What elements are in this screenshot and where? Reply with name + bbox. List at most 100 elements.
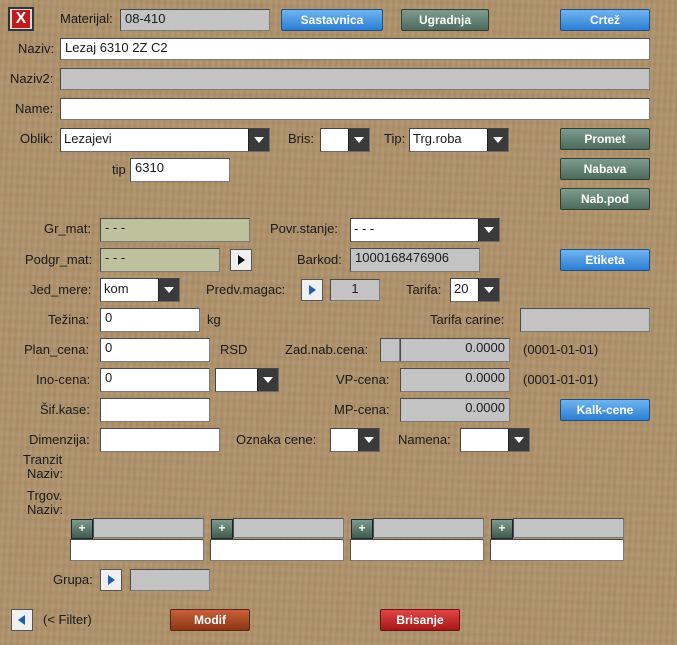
material-label: Materijal:	[60, 11, 113, 26]
chevron-down-icon[interactable]	[248, 129, 269, 151]
naziv2-label: Naziv2:	[10, 71, 54, 86]
plan-cena-currency: RSD	[220, 342, 248, 357]
crtez-button[interactable]: Crtež	[560, 9, 650, 31]
chevron-down-icon[interactable]	[358, 429, 379, 451]
mp-cena-label: MP-cena:	[334, 402, 390, 417]
chevron-down-icon[interactable]	[257, 369, 278, 391]
bris-select[interactable]	[320, 128, 370, 152]
zad-nab-cena-field[interactable]: 0.0000	[400, 338, 510, 362]
ugradnja-button[interactable]: Ugradnja	[401, 9, 489, 31]
vp-cena-label: VP-cena:	[336, 372, 390, 387]
jed-mere-label: Jed_mere:	[30, 282, 92, 297]
tip-select-label: Tip:	[384, 131, 406, 146]
podgr-mat-arrow-button[interactable]	[230, 249, 252, 271]
group-4-field[interactable]	[490, 539, 624, 561]
ino-cena-label: Ino-cena:	[36, 372, 91, 387]
ino-cena-field[interactable]: 0	[100, 368, 210, 392]
barkod-field[interactable]: 1000168476906	[350, 248, 480, 272]
chevron-down-icon[interactable]	[478, 219, 499, 241]
brisanje-button[interactable]: Brisanje	[380, 609, 460, 631]
naziv-label: Naziv:	[18, 41, 55, 56]
podgr-mat-field[interactable]: - - -	[100, 248, 220, 272]
dimenzija-field[interactable]	[100, 428, 220, 452]
trgov-label-line2: Naziv:	[27, 502, 64, 517]
tezina-label: Težina:	[48, 312, 90, 327]
tezina-field[interactable]: 0	[100, 308, 200, 332]
add-group-4-button[interactable]: +	[491, 519, 513, 539]
material-field[interactable]: 08-410	[120, 9, 270, 31]
tarifa-label: Tarifa:	[406, 282, 442, 297]
namena-select[interactable]	[460, 428, 530, 452]
etiketa-button[interactable]: Etiketa	[560, 249, 650, 271]
ino-cena-currency-select[interactable]	[215, 368, 279, 392]
povr-stanje-select[interactable]: - - -	[350, 218, 500, 242]
naziv2-field[interactable]	[60, 68, 650, 90]
group-1-header	[93, 518, 204, 538]
sastavnica-button[interactable]: Sastavnica	[281, 9, 383, 31]
oblik-value: Lezajevi	[64, 131, 112, 146]
naziv-field[interactable]: Lezaj 6310 2Z C2	[60, 38, 650, 60]
barkod-label: Barkod:	[297, 252, 342, 267]
add-group-2-button[interactable]: +	[211, 519, 233, 539]
tranzit-label-line2: Naziv:	[27, 466, 64, 481]
chevron-down-icon[interactable]	[348, 129, 369, 151]
oznaka-cene-select[interactable]	[330, 428, 380, 452]
zad-nab-cena-label: Zad.nab.cena:	[285, 342, 369, 357]
group-2-field[interactable]	[210, 539, 344, 561]
oblik-select[interactable]: Lezajevi	[60, 128, 270, 152]
predv-magac-field[interactable]: 1	[330, 279, 380, 301]
close-button[interactable]: X	[8, 7, 34, 31]
group-1-field[interactable]	[70, 539, 204, 561]
predv-magac-arrow-button[interactable]	[301, 279, 323, 301]
tarifa-carine-field[interactable]	[520, 308, 650, 332]
zad-nab-cena-date: (0001-01-01)	[523, 342, 599, 357]
mp-cena-field[interactable]: 0.0000	[400, 398, 510, 422]
add-group-3-button[interactable]: +	[351, 519, 373, 539]
kalk-cene-button[interactable]: Kalk-cene	[560, 399, 650, 421]
tip-field[interactable]: 6310	[130, 158, 230, 182]
filter-label: (< Filter)	[43, 612, 92, 627]
close-icon: X	[12, 10, 30, 28]
grupa-arrow-button[interactable]	[100, 569, 122, 591]
chevron-down-icon[interactable]	[487, 129, 508, 151]
jed-mere-value: kom	[104, 281, 129, 296]
group-2-header	[233, 518, 344, 538]
name-field[interactable]	[60, 98, 650, 120]
chevron-down-icon[interactable]	[158, 279, 179, 301]
name-label: Name:	[15, 101, 54, 116]
group-3-field[interactable]	[350, 539, 484, 561]
predv-magac-label: Predv.magac:	[206, 282, 286, 297]
sif-kase-field[interactable]	[100, 398, 210, 422]
gr-mat-field[interactable]: - - -	[100, 218, 250, 242]
zad-nab-cena-prefix[interactable]	[380, 338, 400, 362]
podgr-mat-label: Podgr_mat:	[25, 252, 93, 267]
povr-stanje-label: Povr.stanje:	[270, 221, 338, 236]
nabava-button[interactable]: Nabava	[560, 158, 650, 180]
vp-cena-field[interactable]: 0.0000	[400, 368, 510, 392]
tezina-unit: kg	[207, 312, 221, 327]
tarifa-select[interactable]: 20	[450, 278, 500, 302]
group-4-header	[513, 518, 624, 538]
chevron-down-icon[interactable]	[478, 279, 499, 301]
povr-stanje-value: - - -	[354, 221, 375, 236]
jed-mere-select[interactable]: kom	[100, 278, 180, 302]
nabpod-button[interactable]: Nab.pod	[560, 188, 650, 210]
sif-kase-label: Šif.kase:	[40, 402, 90, 417]
oznaka-cene-label: Oznaka cene:	[236, 432, 317, 447]
add-group-1-button[interactable]: +	[71, 519, 93, 539]
tip-select-value: Trg.roba	[413, 131, 462, 146]
oblik-label: Oblik:	[20, 131, 54, 146]
filter-back-button[interactable]	[11, 609, 33, 631]
tip-label: tip	[112, 162, 126, 177]
vp-cena-date: (0001-01-01)	[523, 372, 599, 387]
tip-select[interactable]: Trg.roba	[409, 128, 509, 152]
dimenzija-label: Dimenzija:	[29, 432, 90, 447]
bris-label: Bris:	[288, 131, 314, 146]
promet-button[interactable]: Promet	[560, 128, 650, 150]
grupa-field[interactable]	[130, 569, 210, 591]
modif-button[interactable]: Modif	[170, 609, 250, 631]
group-3-header	[373, 518, 484, 538]
grupa-label: Grupa:	[53, 572, 93, 587]
plan-cena-field[interactable]: 0	[100, 338, 210, 362]
chevron-down-icon[interactable]	[508, 429, 529, 451]
